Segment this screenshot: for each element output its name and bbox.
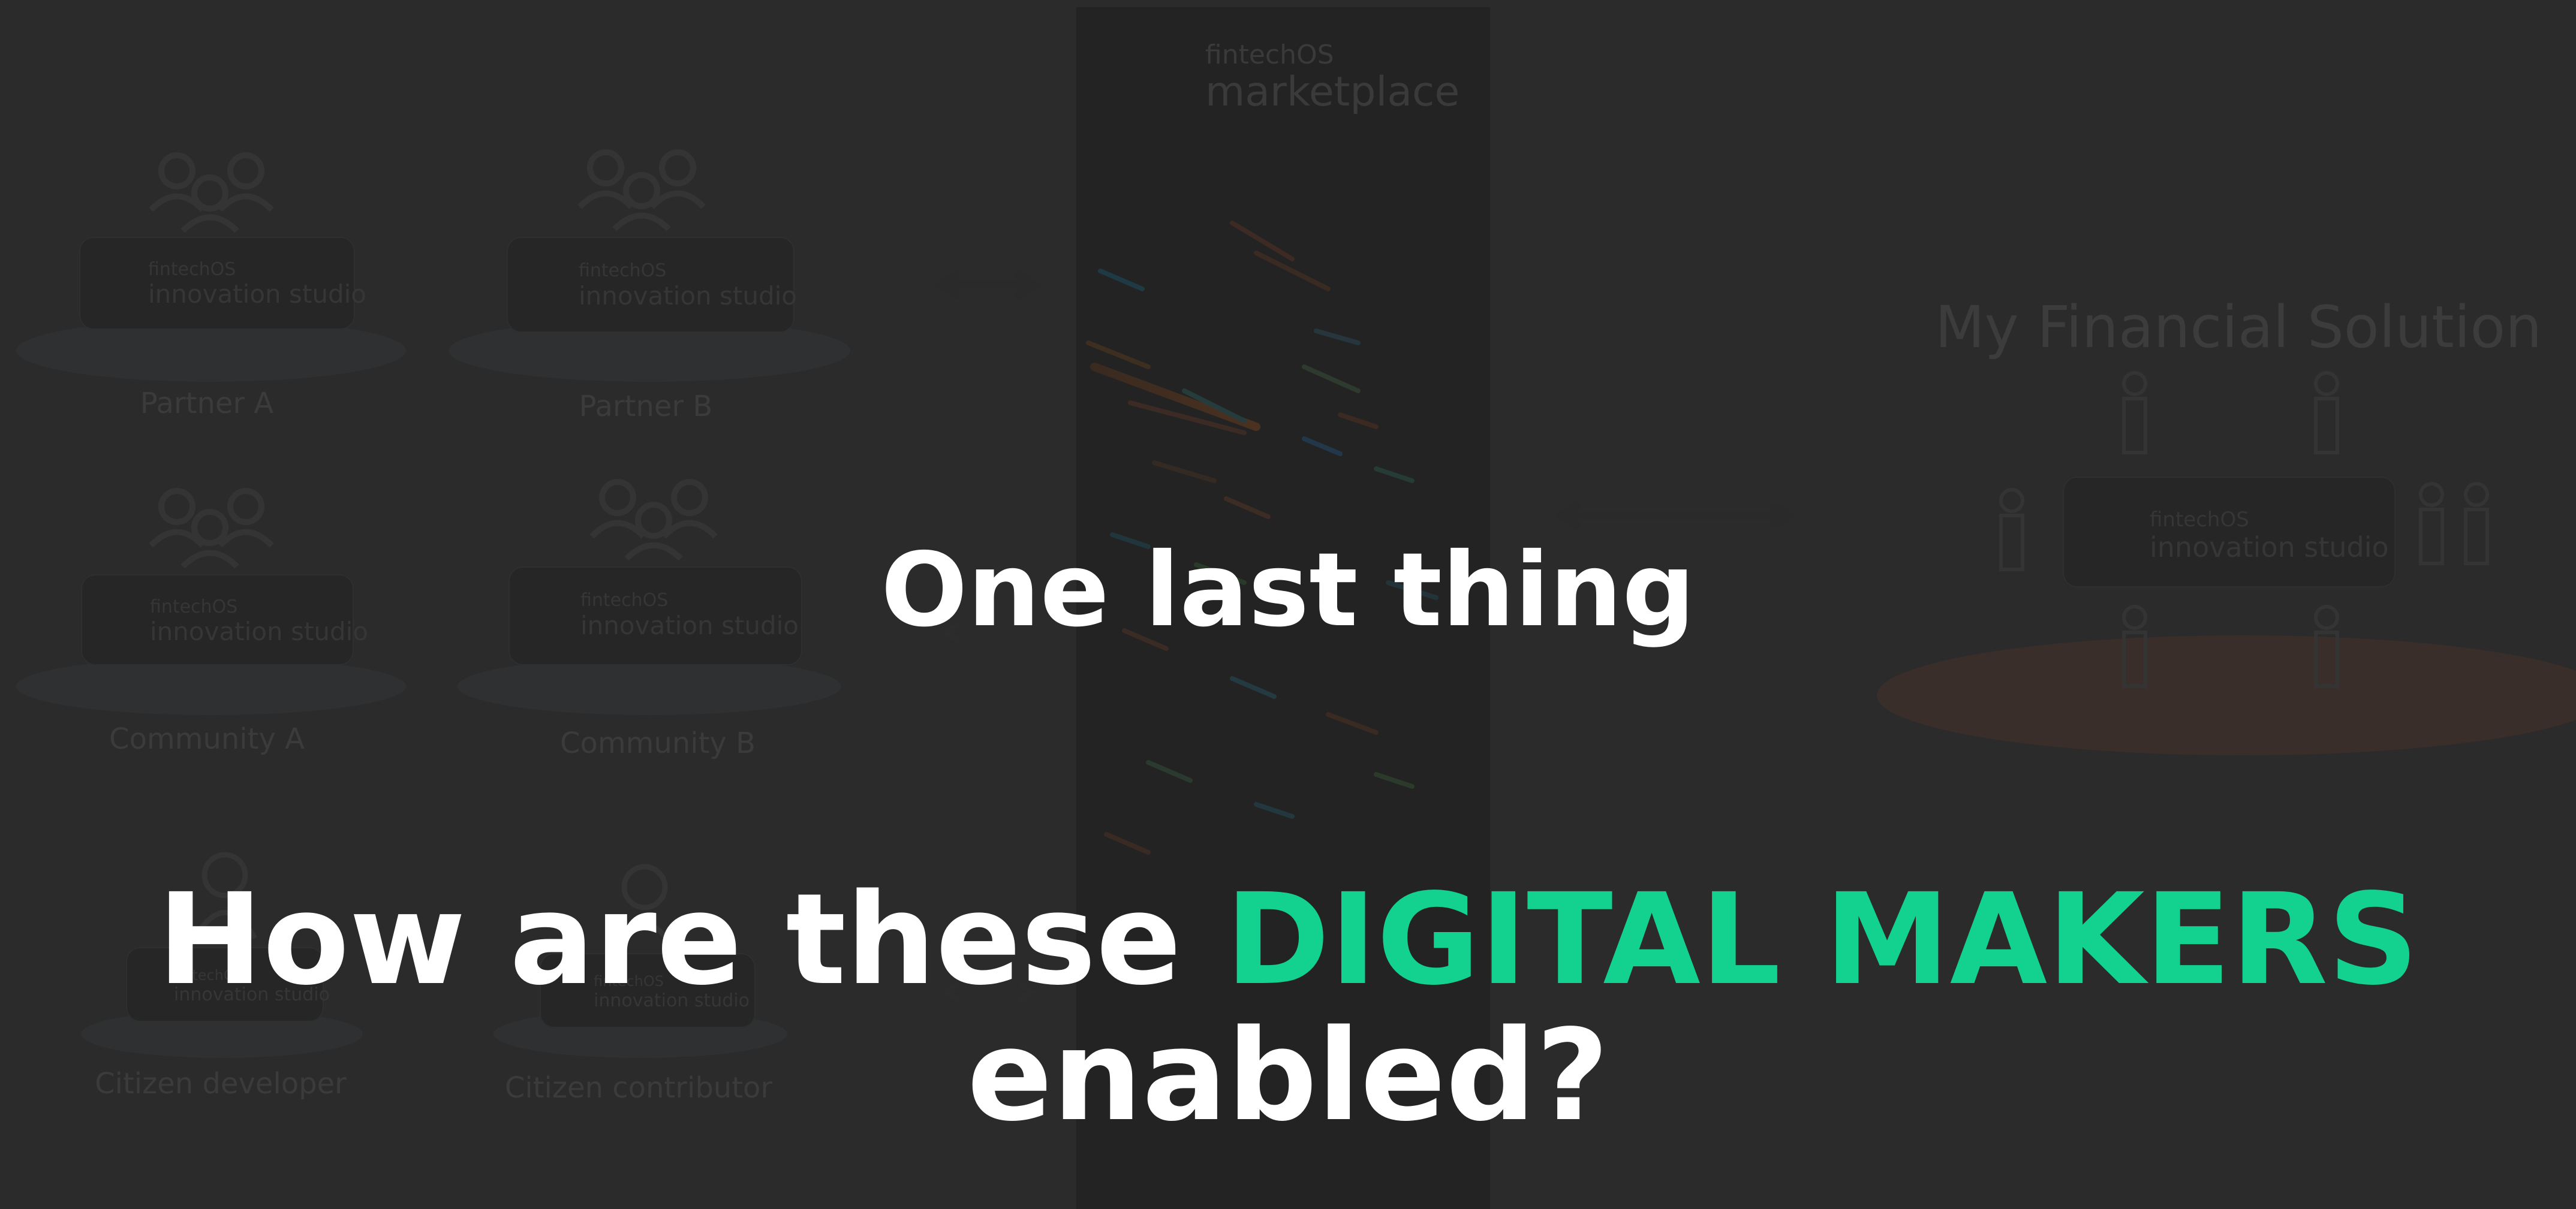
solution-title: My Financial Solution: [1934, 294, 2542, 361]
studio-brand: fintechOS: [2150, 508, 2249, 532]
slide: fintechOS innovation studio fintechOS in…: [0, 0, 2576, 1209]
question-heading: How are these DIGITAL MAKERS enabled?: [0, 872, 2576, 1144]
platform-ellipse: [16, 658, 406, 715]
studio-box: fintechOS innovation studio: [79, 237, 366, 330]
group-label: Partner A: [140, 387, 274, 420]
double-arrow-icon: [1555, 501, 1796, 530]
studio-brand: fintechOS: [579, 260, 667, 281]
studio-box: fintechOS innovation studio: [507, 237, 797, 333]
studio-brand: fintechOS: [148, 259, 236, 280]
group-label: Community B: [560, 726, 756, 760]
group-label: Partner B: [579, 390, 713, 423]
studio-name: innovation studio: [148, 279, 366, 309]
question-prefix: How are these: [157, 866, 1182, 1013]
double-arrow-icon: [935, 270, 1041, 300]
marketplace-name: marketplace: [1205, 68, 1460, 116]
marketplace-brand: fintechOS: [1205, 40, 1334, 70]
people-group-icon: [149, 152, 274, 233]
question-highlight: DIGITAL MAKERS: [1225, 866, 2419, 1013]
solution-platform-ellipse: [1877, 635, 2576, 755]
group-label: Community A: [109, 722, 305, 756]
question-suffix: enabled?: [967, 1002, 1609, 1149]
heading-one-last-thing: One last thing: [881, 531, 1695, 650]
platform-ellipse: [458, 658, 841, 715]
people-group-icon: [577, 149, 706, 231]
studio-name: innovation studio: [579, 281, 797, 310]
